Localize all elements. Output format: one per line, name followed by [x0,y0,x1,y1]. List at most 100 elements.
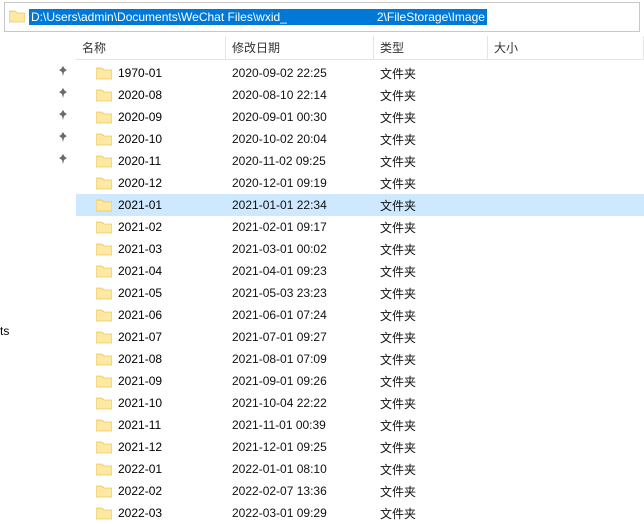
folder-name: 2021-03 [118,242,162,256]
cell-type: 文件夹 [374,285,488,302]
table-row[interactable]: 2020-082020-08-10 22:14文件夹 [76,84,644,106]
table-row[interactable]: 2021-01 2021-01-01 22:34文件夹 [76,194,644,216]
cell-name: 2021-12 [76,440,226,454]
table-row[interactable]: 1970-012020-09-02 22:25文件夹 [76,62,644,84]
cell-type: 文件夹 [374,263,488,280]
table-row[interactable]: 2021-042021-04-01 09:23文件夹 [76,260,644,282]
folder-name: 2021-11 [118,418,161,432]
cell-name: 2021-03 [76,242,226,256]
cell-name: 2021-10 [76,396,226,410]
folder-name: 2021-07 [118,330,162,344]
cell-type: 文件夹 [374,197,488,214]
column-header-type[interactable]: 类型 [374,36,488,59]
pin-icon[interactable] [58,154,68,167]
folder-name: 2021-01 [118,198,162,212]
folder-icon [96,308,112,322]
cell-name: 2020-09 [76,110,226,124]
cell-name: 2020-11 [76,154,226,168]
folder-name: 2020-08 [118,88,162,102]
cell-name: 2021-06 [76,308,226,322]
rows-container: 1970-012020-09-02 22:25文件夹 2020-08 2020-08… [76,60,644,522]
cell-date: 2020-08-10 22:14 [226,88,374,102]
column-headers: 名称 修改日期 类型 大小 [76,36,644,60]
table-row[interactable]: 2021-022021-02-01 09:17文件夹 [76,216,644,238]
table-row[interactable]: 2021-112021-11-01 00:39文件夹 [76,414,644,436]
folder-icon [96,154,112,168]
table-row[interactable]: 2021-072021-07-01 09:27文件夹 [76,326,644,348]
file-list: 名称 修改日期 类型 大小 1970-012020-09-02 22:25文件夹… [76,36,644,522]
cell-name: 2021-11 [76,418,226,432]
folder-name: 2021-08 [118,352,162,366]
cell-date: 2020-12-01 09:19 [226,176,374,190]
cell-date: 2021-01-01 22:34 [226,198,374,212]
folder-icon [96,110,112,124]
table-row[interactable]: 2021-032021-03-01 00:02文件夹 [76,238,644,260]
cell-date: 2022-01-01 08:10 [226,462,374,476]
table-row[interactable]: 2020-12 2020-12-01 09:19文件夹 [76,172,644,194]
folder-icon [96,462,112,476]
cell-date: 2021-08-01 07:09 [226,352,374,366]
pin-icon[interactable] [58,110,68,123]
folder-icon [96,132,112,146]
cell-name: 2021-02 [76,220,226,234]
table-row[interactable]: 2021-052021-05-03 23:23文件夹 [76,282,644,304]
table-row[interactable]: 2022-01 2022-01-01 08:10文件夹 [76,458,644,480]
table-row[interactable]: 2020-112020-11-02 09:25文件夹 [76,150,644,172]
address-bar[interactable]: D:\Users\admin\Documents\WeChat Files\wx… [4,2,640,32]
cell-name: 2021-04 [76,264,226,278]
cell-date: 2022-03-01 09:29 [226,506,374,520]
cell-date: 2020-10-02 20:04 [226,132,374,146]
table-row[interactable]: 2022-032022-03-01 09:29文件夹 [76,502,644,522]
table-row[interactable]: 2021-08 2021-08-01 07:09文件夹 [76,348,644,370]
folder-icon [96,352,112,366]
cell-type: 文件夹 [374,373,488,390]
cell-type: 文件夹 [374,505,488,522]
folder-name: 2022-01 [118,462,162,476]
cell-name: 2022-01 [76,462,226,476]
folder-icon [96,220,112,234]
cell-type: 文件夹 [374,461,488,478]
folder-icon [96,418,112,432]
cell-name: 2021-05 [76,286,226,300]
cell-name: 2022-03 [76,506,226,520]
table-row[interactable]: 2021-092021-09-01 09:26文件夹 [76,370,644,392]
folder-icon [96,374,112,388]
folder-name: 2021-06 [118,308,162,322]
cell-type: 文件夹 [374,153,488,170]
folder-name: 2020-12 [118,176,162,190]
column-header-size[interactable]: 大小 [488,36,644,59]
folder-icon [96,198,112,212]
folder-icon [96,440,112,454]
cell-type: 文件夹 [374,417,488,434]
cell-type: 文件夹 [374,351,488,368]
cell-date: 2021-09-01 09:26 [226,374,374,388]
table-row[interactable]: 2020-102020-10-02 20:04文件夹 [76,128,644,150]
cell-type: 文件夹 [374,329,488,346]
table-row[interactable]: 2022-02 2022-02-07 13:36文件夹 [76,480,644,502]
cell-date: 2021-06-01 07:24 [226,308,374,322]
cell-type: 文件夹 [374,175,488,192]
pin-icon[interactable] [58,88,68,101]
table-row[interactable]: 2021-062021-06-01 07:24文件夹 [76,304,644,326]
folder-icon [96,484,112,498]
cell-date: 2022-02-07 13:36 [226,484,374,498]
cell-name: 2021-08 [76,352,226,366]
cell-date: 2021-10-04 22:22 [226,396,374,410]
pin-icon[interactable] [58,66,68,79]
folder-icon [96,242,112,256]
folder-name: 2022-02 [118,484,162,498]
cell-name: 2020-08 [76,88,226,102]
column-header-date[interactable]: 修改日期 [226,36,374,59]
folder-icon [9,9,25,25]
cell-date: 2020-09-01 00:30 [226,110,374,124]
table-row[interactable]: 2021-122021-12-01 09:25文件夹 [76,436,644,458]
table-row[interactable]: 2020-092020-09-01 00:30文件夹 [76,106,644,128]
folder-name: 2021-02 [118,220,162,234]
table-row[interactable]: 2021-102021-10-04 22:22文件夹 [76,392,644,414]
cell-type: 文件夹 [374,483,488,500]
cell-type: 文件夹 [374,241,488,258]
folder-name: 2021-10 [118,396,162,410]
column-header-name[interactable]: 名称 [76,36,226,59]
pin-icon[interactable] [58,132,68,145]
folder-name: 2021-12 [118,440,162,454]
